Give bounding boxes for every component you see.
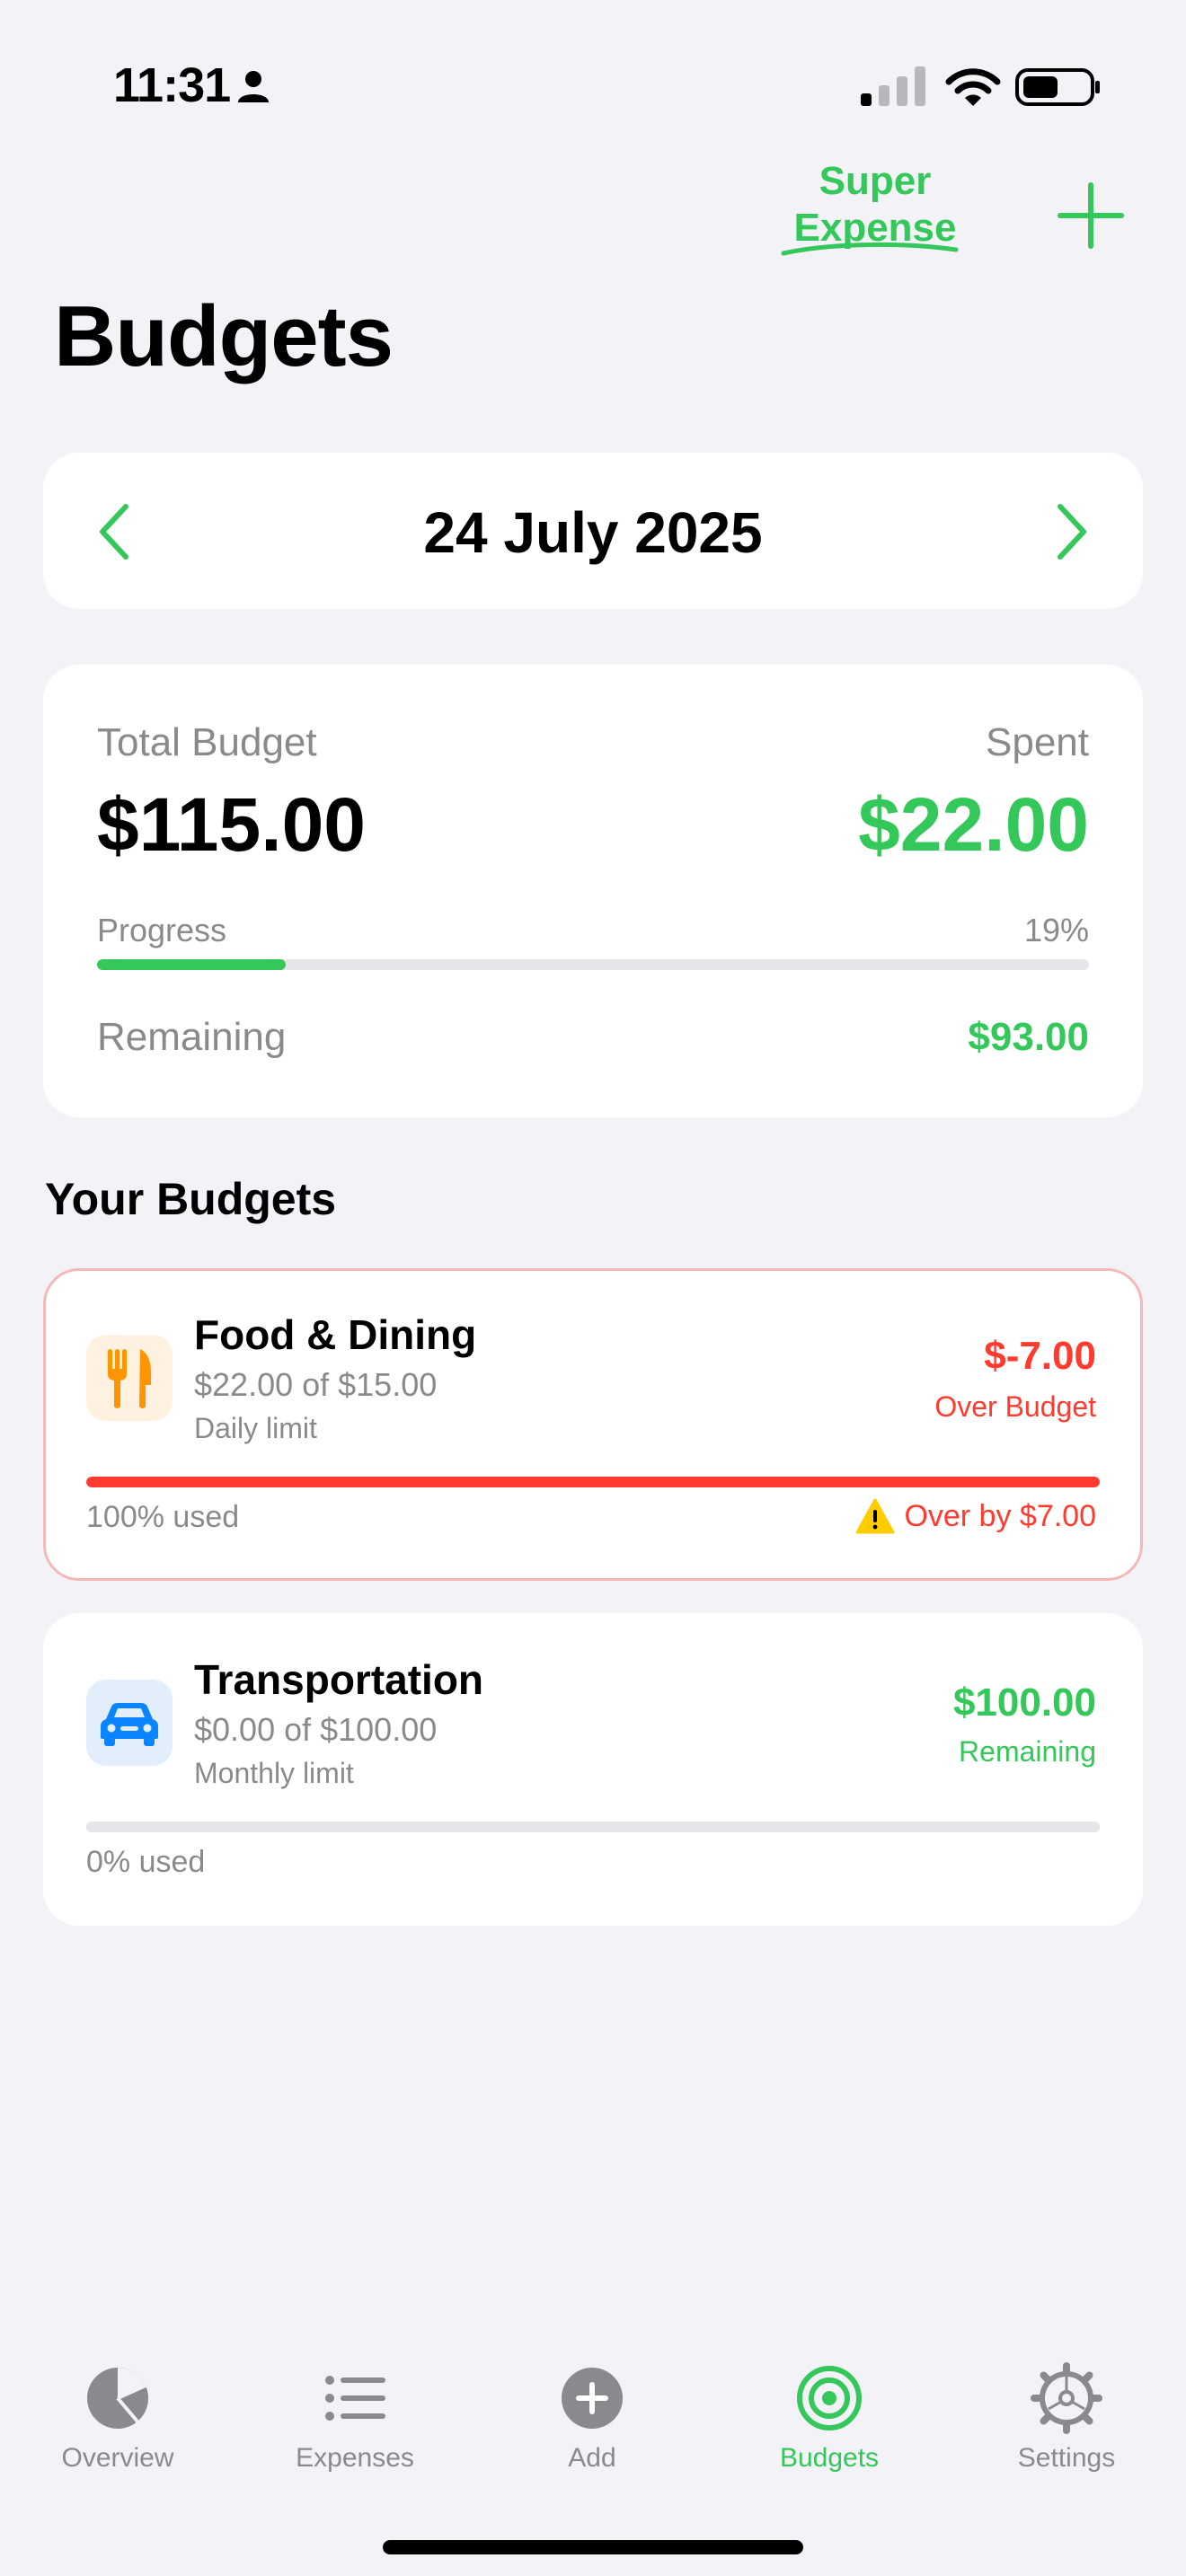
brand-line-1: Super (819, 159, 932, 203)
budget-amount: $-7.00 (984, 1334, 1096, 1378)
budget-limit: Daily limit (194, 1412, 317, 1444)
budget-amount: $100.00 (952, 1681, 1096, 1725)
transport-progress-bar (86, 1822, 1100, 1832)
section-title: Your Budgets (45, 1174, 337, 1224)
brand-logo: Super Expense (774, 158, 976, 251)
tab-label: Add (568, 2443, 616, 2473)
chevron-right-icon[interactable] (1044, 496, 1098, 568)
budget-subtitle: $22.00 of $15.00 (194, 1366, 438, 1403)
tab-add[interactable]: Add (502, 2362, 682, 2475)
plus-icon[interactable] (1055, 180, 1127, 251)
pie-chart-icon (87, 2368, 148, 2429)
budget-used: 100% used (86, 1500, 240, 1534)
remaining-label: Remaining (97, 1015, 287, 1059)
person-icon (238, 71, 269, 102)
budget-used: 0% used (86, 1845, 206, 1879)
target-icon (797, 2366, 862, 2430)
tab-label: Settings (1017, 2443, 1116, 2473)
budget-name: Food & Dining (194, 1311, 477, 1358)
total-budget-amount: $115.00 (97, 782, 367, 867)
gear-icon (1031, 2362, 1102, 2434)
budget-name: Transportation (194, 1656, 484, 1703)
spent-label: Spent (986, 720, 1089, 764)
tab-settings[interactable]: Settings (977, 2362, 1156, 2475)
summary-progress-bar (97, 959, 1089, 970)
budget-status: Remaining (959, 1735, 1096, 1768)
battery-icon (1015, 68, 1100, 106)
fork-knife-icon (108, 1349, 151, 1408)
progress-percent: 19% (1023, 912, 1089, 948)
transport-icon-tile (86, 1680, 173, 1766)
list-icon (325, 2376, 385, 2421)
over-by-text: Over by $7.00 (904, 1499, 1096, 1533)
tab-label: Overview (61, 2443, 174, 2473)
budget-limit: Monthly limit (194, 1757, 354, 1789)
plus-circle-icon (562, 2368, 623, 2429)
budget-subtitle: $0.00 of $100.00 (194, 1711, 438, 1748)
over-budget-warning: Over by $7.00 (855, 1496, 1096, 1536)
tab-label: Expenses (296, 2443, 414, 2473)
total-budget-label: Total Budget (97, 720, 317, 764)
chevron-left-icon[interactable] (88, 496, 142, 568)
signal-icon (861, 66, 925, 106)
page-title: Budgets (54, 288, 394, 384)
tab-overview[interactable]: Overview (28, 2362, 208, 2475)
budget-status: Over Budget (934, 1390, 1096, 1423)
status-time: 11:31 (113, 58, 231, 112)
food-progress-bar (86, 1477, 1100, 1487)
food-progress-fill (86, 1477, 1100, 1487)
spent-amount: $22.00 (858, 782, 1089, 867)
wifi-icon (945, 68, 1001, 106)
progress-label: Progress (97, 912, 227, 948)
car-icon (101, 1703, 158, 1746)
tab-budgets[interactable]: Budgets (739, 2362, 919, 2475)
tab-label: Budgets (779, 2443, 880, 2473)
tab-expenses[interactable]: Expenses (265, 2362, 445, 2475)
home-indicator (383, 2540, 803, 2554)
date-label: 24 July 2025 (423, 500, 763, 565)
food-icon-tile (86, 1335, 173, 1421)
warning-icon (855, 1498, 895, 1534)
brand-underline-swoosh (781, 242, 959, 256)
summary-progress-fill (97, 959, 286, 970)
remaining-amount: $93.00 (968, 1015, 1089, 1059)
